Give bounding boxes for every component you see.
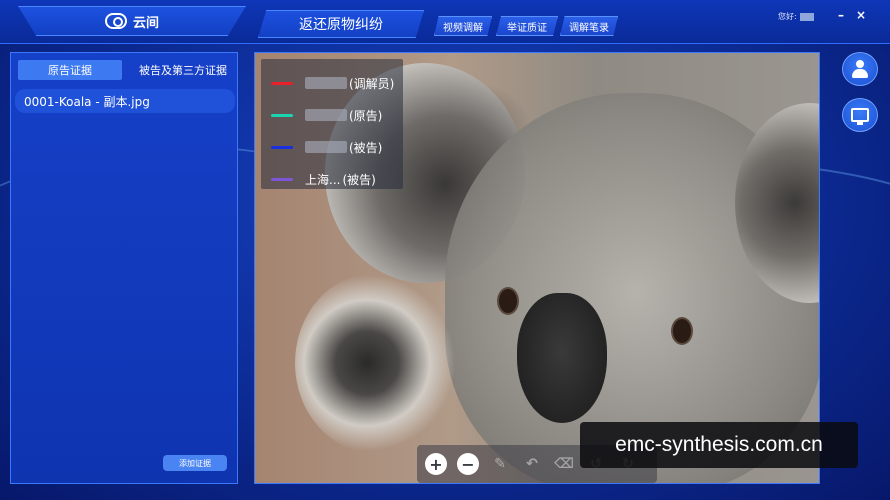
- undo-icon[interactable]: ↶: [521, 453, 543, 475]
- participants-button[interactable]: [842, 52, 878, 86]
- user-name-redacted: [799, 12, 814, 21]
- participant-color-line: [271, 81, 293, 85]
- koala-image-eye-right: [671, 317, 693, 345]
- evidence-panel: 原告证据 被告及第三方证据 0001-Koala - 副本.jpg 添加证据: [10, 52, 238, 484]
- screen-share-button[interactable]: [842, 98, 878, 132]
- tab-mediation-record[interactable]: 调解笔录: [560, 16, 618, 36]
- eraser-icon[interactable]: ⌫: [553, 453, 575, 475]
- participant-name-redacted: [305, 141, 347, 153]
- user-icon: [852, 60, 868, 78]
- participant-role: (被告): [342, 172, 376, 187]
- app-name: 云间: [132, 15, 159, 31]
- greeting-label: 您好:: [778, 12, 797, 21]
- participant-color-line: [271, 145, 293, 149]
- tab-defendant-evidence[interactable]: 被告及第三方证据: [131, 60, 235, 80]
- participant-color-line: [271, 113, 293, 117]
- tab-evidence[interactable]: 举证质证: [496, 16, 558, 36]
- add-evidence-button[interactable]: 添加证据: [163, 455, 227, 471]
- image-viewer[interactable]: (调解员) (原告) (被告) 上海... (被告) + − ✎ ↶ ⌫ ↺ ↻: [254, 52, 820, 484]
- koala-image-eye-left: [497, 287, 519, 315]
- evidence-file-item[interactable]: 0001-Koala - 副本.jpg: [15, 89, 235, 113]
- logo: 云间: [18, 6, 246, 36]
- cloud-logo-icon: [104, 13, 127, 29]
- zoom-out-icon[interactable]: −: [457, 453, 479, 475]
- participant-name-redacted: [305, 109, 347, 121]
- participant-row: 上海... (被告): [261, 169, 403, 189]
- watermark: emc-synthesis.com.cn: [580, 422, 858, 468]
- koala-image-nose: [517, 293, 607, 423]
- participant-role: (原告): [349, 108, 383, 123]
- top-bar: 云间 返还原物纠纷 视频调解 举证质证 调解笔录 您好: – ×: [0, 0, 890, 44]
- participant-row: (被告): [261, 137, 403, 157]
- participant-row: (调解员): [261, 73, 403, 93]
- participant-role: (被告): [349, 140, 383, 155]
- minimize-button[interactable]: –: [838, 8, 844, 22]
- participant-row: (原告): [261, 105, 403, 125]
- screen-share-icon: [851, 108, 869, 125]
- tab-video-mediation[interactable]: 视频调解: [434, 16, 492, 36]
- participant-name: 上海...: [305, 172, 341, 187]
- participant-role: (调解员): [349, 76, 395, 91]
- participant-name-redacted: [305, 77, 347, 89]
- greeting: 您好:: [778, 11, 814, 22]
- pen-icon[interactable]: ✎: [489, 453, 511, 475]
- case-title-tab[interactable]: 返还原物纠纷: [258, 10, 424, 38]
- participant-color-line: [271, 177, 293, 181]
- koala-image-paw: [295, 273, 455, 453]
- tab-plaintiff-evidence[interactable]: 原告证据: [18, 60, 122, 80]
- participants-legend: (调解员) (原告) (被告) 上海... (被告): [261, 59, 403, 189]
- zoom-in-icon[interactable]: +: [425, 453, 447, 475]
- close-button[interactable]: ×: [856, 8, 866, 22]
